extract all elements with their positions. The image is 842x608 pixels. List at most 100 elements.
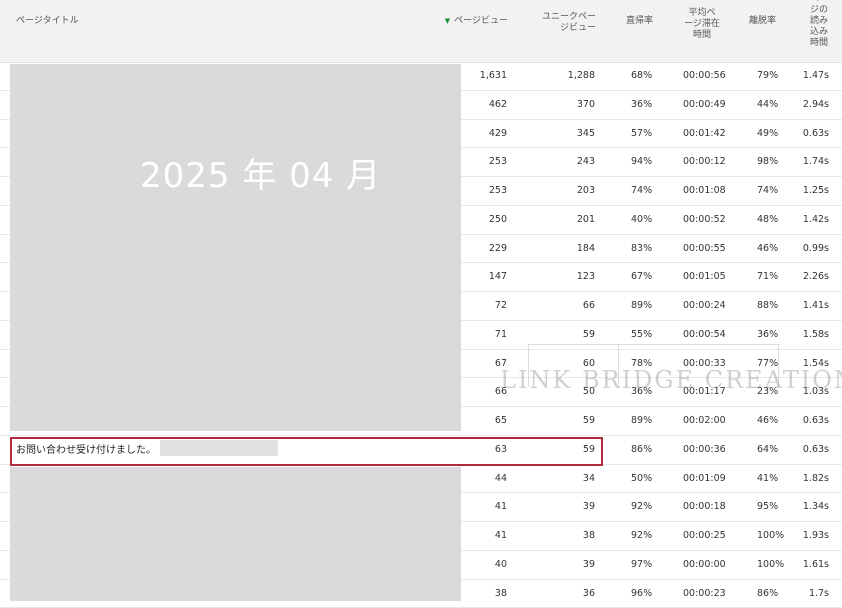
cell-pageviews: 65: [495, 407, 507, 435]
cell-avg-time: 00:00:18: [683, 493, 726, 521]
cell-exit-rate: 49%: [757, 120, 778, 148]
cell-unique-pageviews: 123: [577, 263, 595, 291]
column-header-page-title[interactable]: ページタイトル: [16, 16, 79, 27]
cell-pageviews: 41: [495, 522, 507, 550]
cell-exit-rate: 88%: [757, 292, 778, 320]
cell-unique-pageviews: 39: [583, 493, 595, 521]
cell-unique-pageviews: 1,288: [568, 62, 595, 90]
cell-load-time: 1.74s: [803, 148, 829, 176]
cell-exit-rate: 71%: [757, 263, 778, 291]
cell-load-time: 1.82s: [803, 465, 829, 493]
cell-avg-time: 00:00:56: [683, 62, 726, 90]
cell-exit-rate: 79%: [757, 62, 778, 90]
column-header-pageviews-label: ページビュー: [454, 16, 508, 26]
cell-pageviews: 429: [489, 120, 507, 148]
cell-pageviews: 229: [489, 235, 507, 263]
cell-unique-pageviews: 36: [583, 580, 595, 608]
cell-avg-time: 00:00:52: [683, 206, 726, 234]
cell-avg-time: 00:00:00: [683, 551, 726, 579]
cell-bounce-rate: 83%: [631, 235, 652, 263]
cell-avg-time: 00:00:49: [683, 91, 726, 119]
cell-exit-rate: 46%: [757, 407, 778, 435]
cell-load-time: 0.99s: [803, 235, 829, 263]
cell-load-time: 1.34s: [803, 493, 829, 521]
cell-bounce-rate: 36%: [631, 91, 652, 119]
cell-pageviews: 72: [495, 292, 507, 320]
cell-unique-pageviews: 203: [577, 177, 595, 205]
cell-avg-time: 00:01:08: [683, 177, 726, 205]
cell-unique-pageviews: 370: [577, 91, 595, 119]
cell-pageviews: 253: [489, 177, 507, 205]
cell-pageviews: 1,631: [480, 62, 507, 90]
cell-load-time: 0.63s: [803, 436, 829, 464]
cell-exit-rate: 48%: [757, 206, 778, 234]
watermark-text: LINK BRIDGE CREATION: [500, 366, 842, 394]
cell-exit-rate: 46%: [757, 235, 778, 263]
cell-pageviews: 253: [489, 148, 507, 176]
column-header-avg-time[interactable]: 平均ページ滞在時間: [684, 8, 720, 41]
cell-pageviews: 462: [489, 91, 507, 119]
cell-unique-pageviews: 201: [577, 206, 595, 234]
redacted-titles-bottom: [10, 467, 461, 601]
redacted-titles-top: [10, 64, 461, 431]
cell-avg-time: 00:00:23: [683, 580, 726, 608]
cell-avg-time: 00:00:36: [683, 436, 726, 464]
cell-unique-pageviews: 345: [577, 120, 595, 148]
cell-unique-pageviews: 39: [583, 551, 595, 579]
cell-bounce-rate: 40%: [631, 206, 652, 234]
cell-load-time: 1.93s: [803, 522, 829, 550]
cell-load-time: 0.63s: [803, 407, 829, 435]
cell-unique-pageviews: 184: [577, 235, 595, 263]
cell-pageviews: 38: [495, 580, 507, 608]
cell-bounce-rate: 96%: [631, 580, 652, 608]
cell-avg-time: 00:01:09: [683, 465, 726, 493]
sort-desc-icon: ▼: [445, 17, 450, 25]
cell-load-time: 2.94s: [803, 91, 829, 119]
cell-avg-time: 00:01:05: [683, 263, 726, 291]
column-header-exit-rate[interactable]: 離脱率: [749, 16, 776, 27]
cell-bounce-rate: 86%: [631, 436, 652, 464]
column-header-bounce-rate[interactable]: 直帰率: [626, 16, 653, 27]
cell-unique-pageviews: 66: [583, 292, 595, 320]
cell-load-time: 1.41s: [803, 292, 829, 320]
cell-pageviews: 41: [495, 493, 507, 521]
cell-bounce-rate: 92%: [631, 522, 652, 550]
cell-bounce-rate: 50%: [631, 465, 652, 493]
cell-pageviews: 44: [495, 465, 507, 493]
cell-pageviews: 147: [489, 263, 507, 291]
cell-avg-time: 00:00:24: [683, 292, 726, 320]
cell-bounce-rate: 57%: [631, 120, 652, 148]
cell-exit-rate: 100%: [757, 551, 784, 579]
cell-load-time: 1.61s: [803, 551, 829, 579]
cell-load-time: 1.42s: [803, 206, 829, 234]
cell-pageviews: 71: [495, 321, 507, 349]
cell-bounce-rate: 89%: [631, 407, 652, 435]
cell-bounce-rate: 68%: [631, 62, 652, 90]
highlight-box: [10, 437, 603, 466]
cell-exit-rate: 41%: [757, 465, 778, 493]
cell-bounce-rate: 92%: [631, 493, 652, 521]
cell-pageviews: 40: [495, 551, 507, 579]
cell-unique-pageviews: 38: [583, 522, 595, 550]
cell-avg-time: 00:00:12: [683, 148, 726, 176]
cell-avg-time: 00:02:00: [683, 407, 726, 435]
cell-exit-rate: 98%: [757, 148, 778, 176]
cell-unique-pageviews: 59: [583, 407, 595, 435]
cell-load-time: 0.63s: [803, 120, 829, 148]
cell-exit-rate: 64%: [757, 436, 778, 464]
column-header-unique-pageviews[interactable]: ユニークページビュー: [534, 12, 596, 34]
cell-bounce-rate: 97%: [631, 551, 652, 579]
cell-load-time: 1.7s: [809, 580, 829, 608]
cell-pageviews: 250: [489, 206, 507, 234]
cell-bounce-rate: 74%: [631, 177, 652, 205]
cell-exit-rate: 100%: [757, 522, 784, 550]
column-header-load-time[interactable]: ページの読み込み時間: [808, 0, 830, 49]
table-header: ページタイトル ▼ ページビュー ユニークページビュー 直帰率 平均ページ滞在時間…: [0, 0, 842, 63]
cell-avg-time: 00:00:55: [683, 235, 726, 263]
cell-bounce-rate: 94%: [631, 148, 652, 176]
cell-avg-time: 00:01:42: [683, 120, 726, 148]
cell-bounce-rate: 67%: [631, 263, 652, 291]
cell-load-time: 2.26s: [803, 263, 829, 291]
column-header-pageviews[interactable]: ▼ ページビュー: [445, 16, 508, 27]
cell-avg-time: 00:00:25: [683, 522, 726, 550]
